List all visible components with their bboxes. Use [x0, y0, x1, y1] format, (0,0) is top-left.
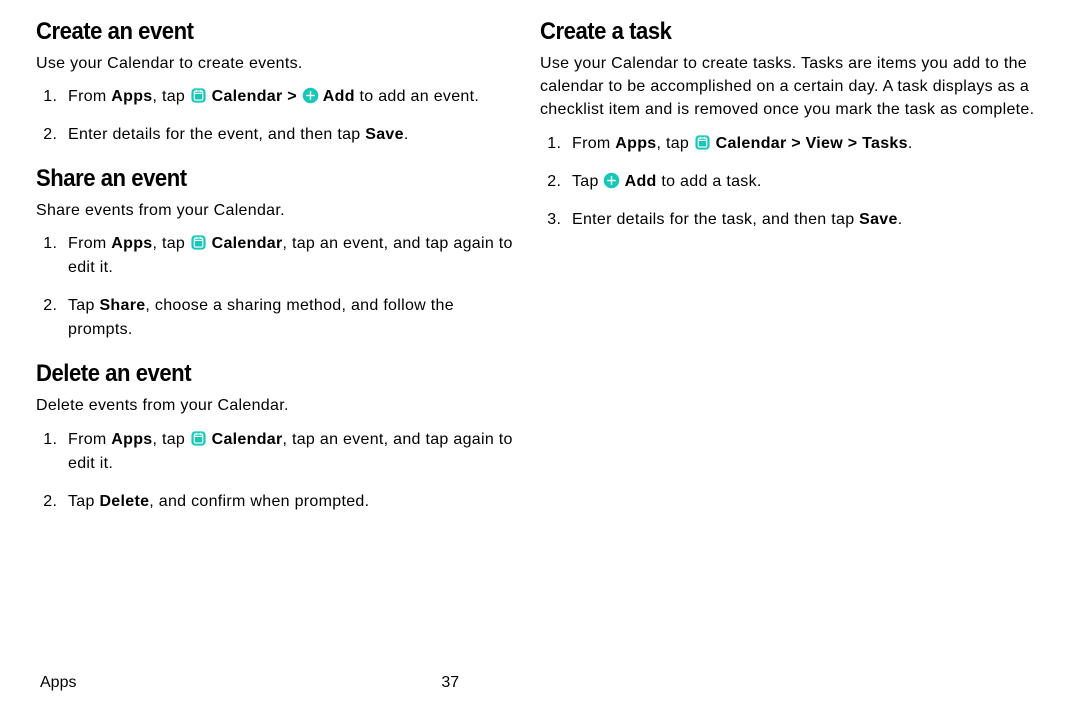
- footer: Apps 37: [36, 674, 1044, 696]
- calendar-icon: [190, 234, 207, 251]
- calendar-label: Calendar: [207, 431, 283, 448]
- heading-create-task: Create a task: [540, 18, 1044, 46]
- intro-share-event: Share events from your Calendar.: [36, 199, 516, 222]
- text: From: [68, 431, 111, 448]
- text: Tap: [68, 493, 99, 510]
- heading-share-event-text: Share an event: [36, 165, 187, 193]
- list-item: Enter details for the event, and then ta…: [62, 123, 516, 147]
- text: .: [898, 211, 903, 228]
- steps-share-event: From Apps, tap Calendar, tap an event, a…: [36, 232, 516, 342]
- text: to add an event.: [355, 88, 479, 105]
- add-label: Add: [319, 88, 355, 105]
- list-item: Tap Share, choose a sharing method, and …: [62, 294, 516, 342]
- heading-create-event: Create an event: [36, 18, 516, 46]
- left-column: Create an event Use your Calendar to cre…: [36, 0, 540, 520]
- text: From: [572, 135, 615, 152]
- text: to add a task.: [657, 173, 762, 190]
- columns: Create an event Use your Calendar to cre…: [36, 0, 1044, 520]
- heading-create-task-text: Create a task: [540, 18, 672, 46]
- apps-label: Apps: [615, 135, 656, 152]
- text: , tap: [152, 431, 189, 448]
- text: Enter details for the task, and then tap: [572, 211, 859, 228]
- apps-label: Apps: [111, 431, 152, 448]
- add-icon: [302, 87, 319, 104]
- list-item: Tap Add to add a task.: [566, 170, 1044, 194]
- calendar-label: Calendar >: [207, 88, 302, 105]
- save-label: Save: [859, 211, 898, 228]
- share-label: Share: [99, 297, 145, 314]
- heading-delete-event: Delete an event: [36, 360, 516, 388]
- text: , tap: [152, 235, 189, 252]
- heading-delete-event-text: Delete an event: [36, 360, 191, 388]
- save-label: Save: [365, 126, 404, 143]
- list-item: Enter details for the task, and then tap…: [566, 208, 1044, 232]
- list-item: Tap Delete, and confirm when prompted.: [62, 490, 516, 514]
- delete-label: Delete: [99, 493, 149, 510]
- text: From: [68, 88, 111, 105]
- steps-create-event: From Apps, tap Calendar > Add to add an …: [36, 85, 516, 147]
- page: Create an event Use your Calendar to cre…: [0, 0, 1080, 720]
- steps-delete-event: From Apps, tap Calendar, tap an event, a…: [36, 428, 516, 514]
- intro-create-task: Use your Calendar to create tasks. Tasks…: [540, 52, 1044, 122]
- intro-delete-event: Delete events from your Calendar.: [36, 394, 516, 417]
- list-item: From Apps, tap Calendar > View > Tasks.: [566, 132, 1044, 156]
- text: .: [404, 126, 409, 143]
- text: From: [68, 235, 111, 252]
- text: Enter details for the event, and then ta…: [68, 126, 365, 143]
- calendar-icon: [190, 430, 207, 447]
- apps-label: Apps: [111, 235, 152, 252]
- calendar-label: Calendar: [207, 235, 283, 252]
- footer-section: Apps: [40, 674, 76, 692]
- intro-create-event: Use your Calendar to create events.: [36, 52, 516, 75]
- text: .: [908, 135, 913, 152]
- add-label: Add: [620, 173, 656, 190]
- list-item: From Apps, tap Calendar, tap an event, a…: [62, 428, 516, 476]
- text: , and confirm when prompted.: [149, 493, 369, 510]
- heading-share-event: Share an event: [36, 165, 516, 193]
- calendar-icon: [190, 87, 207, 104]
- add-icon: [603, 172, 620, 189]
- list-item: From Apps, tap Calendar > Add to add an …: [62, 85, 516, 109]
- heading-create-event-text: Create an event: [36, 18, 194, 46]
- text: Tap: [572, 173, 603, 190]
- apps-label: Apps: [111, 88, 152, 105]
- text: , tap: [656, 135, 693, 152]
- right-column: Create a task Use your Calendar to creat…: [540, 0, 1044, 520]
- calendar-icon: [694, 134, 711, 151]
- steps-create-task: From Apps, tap Calendar > View > Tasks. …: [540, 132, 1044, 232]
- text: Tap: [68, 297, 99, 314]
- footer-page-number: 37: [441, 674, 459, 692]
- list-item: From Apps, tap Calendar, tap an event, a…: [62, 232, 516, 280]
- calendar-path-label: Calendar > View > Tasks: [711, 135, 908, 152]
- text: , tap: [152, 88, 189, 105]
